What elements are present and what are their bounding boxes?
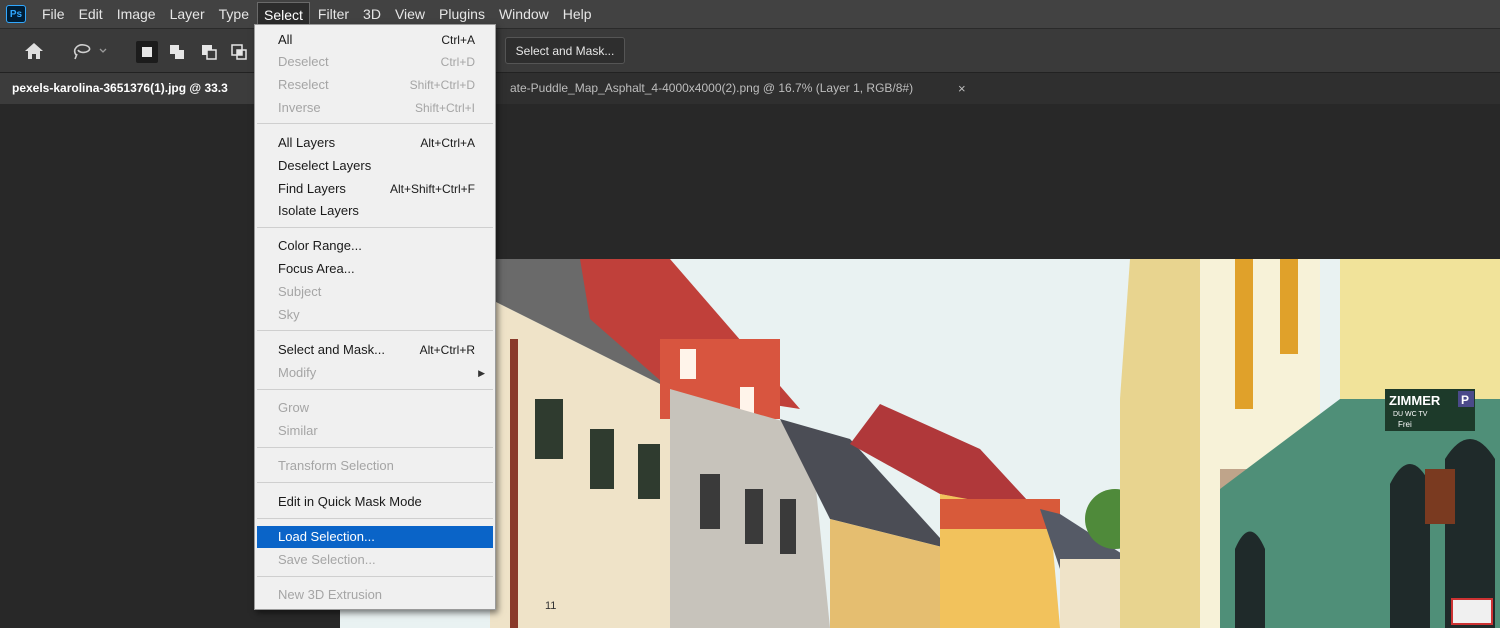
menu-option-label: Focus Area... xyxy=(278,261,355,276)
sign-zimmer-text: ZIMMER xyxy=(1389,393,1441,408)
menu-layer[interactable]: Layer xyxy=(164,2,211,26)
select-dropdown-menu: All Ctrl+A Deselect Ctrl+D Reselect Shift+C… xyxy=(254,24,496,610)
menu-option-shortcut: Alt+Shift+Ctrl+F xyxy=(389,182,475,196)
menu-option-label: Grow xyxy=(278,400,310,415)
add-selection-icon xyxy=(170,45,184,59)
menu-option-quick-mask[interactable]: Edit in Quick Mask Mode xyxy=(257,491,493,513)
menu-option-label: Color Range... xyxy=(278,238,362,253)
menu-file[interactable]: File xyxy=(36,2,71,26)
menu-window[interactable]: Window xyxy=(493,2,555,26)
menu-type[interactable]: Type xyxy=(213,2,255,26)
intersect-selection-icon xyxy=(231,44,247,60)
menu-option-deselect-layers[interactable]: Deselect Layers xyxy=(257,155,493,177)
house-number: 11 xyxy=(545,600,556,612)
menu-option-inverse[interactable]: Inverse Shift+Ctrl+I xyxy=(257,97,493,119)
subtract-from-selection-button[interactable] xyxy=(198,41,220,63)
menu-separator xyxy=(257,482,493,483)
submenu-arrow-icon: ▶ xyxy=(478,368,485,378)
menu-option-reselect[interactable]: Reselect Shift+Ctrl+D xyxy=(257,74,493,96)
photoshop-logo-icon: Ps xyxy=(6,5,26,23)
menu-option-label: Subject xyxy=(278,284,322,299)
menu-plugins[interactable]: Plugins xyxy=(433,2,491,26)
menu-option-find-layers[interactable]: Find Layers Alt+Shift+Ctrl+F xyxy=(257,178,493,200)
menu-edit[interactable]: Edit xyxy=(73,2,109,26)
menu-option-new-3d-extrusion[interactable]: New 3D Extrusion xyxy=(257,584,493,606)
menu-option-grow[interactable]: Grow xyxy=(257,397,493,419)
menu-option-similar[interactable]: Similar xyxy=(257,420,493,442)
document-canvas-image[interactable]: 11 ZIMMER P DU WC TV Frei xyxy=(340,259,1500,628)
lasso-tool-button[interactable] xyxy=(66,29,114,73)
select-and-mask-button[interactable]: Select and Mask... xyxy=(505,37,625,64)
menu-option-shortcut: Alt+Ctrl+A xyxy=(420,136,475,150)
add-to-selection-button[interactable] xyxy=(166,41,188,63)
home-button[interactable] xyxy=(18,29,50,73)
lasso-icon xyxy=(73,44,107,60)
menu-option-save-selection[interactable]: Save Selection... xyxy=(257,549,493,571)
document-tab-bar: pexels-karolina-3651376(1).jpg @ 33.3 at… xyxy=(0,72,1500,104)
menu-option-all-layers[interactable]: All Layers Alt+Ctrl+A xyxy=(257,132,493,154)
menu-option-shortcut: Shift+Ctrl+I xyxy=(414,101,475,115)
new-selection-button[interactable] xyxy=(136,41,158,63)
menu-separator xyxy=(257,123,493,124)
menu-option-color-range[interactable]: Color Range... xyxy=(257,235,493,257)
menu-image[interactable]: Image xyxy=(111,2,162,26)
menu-option-all[interactable]: All Ctrl+A xyxy=(257,29,493,51)
menu-separator xyxy=(257,389,493,390)
menu-select[interactable]: Select xyxy=(257,2,310,26)
tab-inactive-document[interactable]: ate-Puddle_Map_Asphalt_4-4000x4000(2).pn… xyxy=(496,73,980,104)
menu-option-label: Load Selection... xyxy=(278,529,375,544)
menu-option-label: Save Selection... xyxy=(278,552,376,567)
menu-option-label: Deselect Layers xyxy=(278,158,372,173)
menu-option-select-and-mask[interactable]: Select and Mask... Alt+Ctrl+R xyxy=(257,339,493,361)
sign-amenities-text: DU WC TV xyxy=(1393,411,1428,418)
close-tab-icon[interactable]: × xyxy=(958,73,966,104)
menu-option-shortcut: Shift+Ctrl+D xyxy=(409,78,475,92)
menu-option-label: New 3D Extrusion xyxy=(278,587,383,602)
menu-option-shortcut: Alt+Ctrl+R xyxy=(419,343,475,357)
menu-option-label: Similar xyxy=(278,423,318,438)
menu-filter[interactable]: Filter xyxy=(312,2,355,26)
menu-option-modify[interactable]: Modify ▶ xyxy=(257,362,493,384)
home-icon xyxy=(25,43,43,59)
menu-option-label: Select and Mask... xyxy=(278,342,385,357)
menu-option-load-selection[interactable]: Load Selection... xyxy=(257,526,493,548)
menu-option-isolate-layers[interactable]: Isolate Layers xyxy=(257,200,493,222)
menu-option-focus-area[interactable]: Focus Area... xyxy=(257,258,493,280)
menu-separator xyxy=(257,447,493,448)
menu-option-deselect[interactable]: Deselect Ctrl+D xyxy=(257,51,493,73)
subtract-selection-icon xyxy=(202,45,217,60)
menu-help[interactable]: Help xyxy=(557,2,598,26)
tab-active-document[interactable]: pexels-karolina-3651376(1).jpg @ 33.3 xyxy=(0,73,256,104)
menu-option-label: Edit in Quick Mask Mode xyxy=(278,494,422,509)
menu-option-shortcut: Ctrl+A xyxy=(441,33,475,47)
menu-option-label: Transform Selection xyxy=(278,458,394,473)
menu-view[interactable]: View xyxy=(389,2,431,26)
menu-option-shortcut: Ctrl+D xyxy=(440,55,475,69)
menu-option-label: Reselect xyxy=(278,77,329,92)
menu-option-label: Isolate Layers xyxy=(278,203,359,218)
menu-option-label: Sky xyxy=(278,307,300,322)
menu-option-label: Modify xyxy=(278,365,317,380)
menu-separator xyxy=(257,227,493,228)
menu-option-label: All xyxy=(278,32,293,47)
menu-separator xyxy=(257,576,493,577)
menu-3d[interactable]: 3D xyxy=(357,2,387,26)
options-bar: Select and Mask... xyxy=(0,28,1500,72)
canvas-workspace[interactable]: 11 ZIMMER P DU WC TV Frei xyxy=(0,104,1500,628)
menu-option-subject[interactable]: Subject xyxy=(257,281,493,303)
menu-option-label: Find Layers xyxy=(278,181,346,196)
menu-separator xyxy=(257,518,493,519)
menu-option-transform-selection[interactable]: Transform Selection xyxy=(257,455,493,477)
menu-option-label: All Layers xyxy=(278,135,336,150)
menu-separator xyxy=(257,330,493,331)
menu-bar: Ps File Edit Image Layer Type Select Fil… xyxy=(0,0,1500,28)
menu-option-label: Inverse xyxy=(278,100,321,115)
new-selection-icon xyxy=(142,47,152,57)
menu-option-sky[interactable]: Sky xyxy=(257,304,493,326)
menu-option-label: Deselect xyxy=(278,54,329,69)
street-photo: 11 ZIMMER P DU WC TV Frei xyxy=(340,259,1500,628)
intersect-selection-button[interactable] xyxy=(228,41,250,63)
sign-parking-badge: P xyxy=(1461,393,1469,407)
sign-frei-text: Frei xyxy=(1398,420,1412,429)
